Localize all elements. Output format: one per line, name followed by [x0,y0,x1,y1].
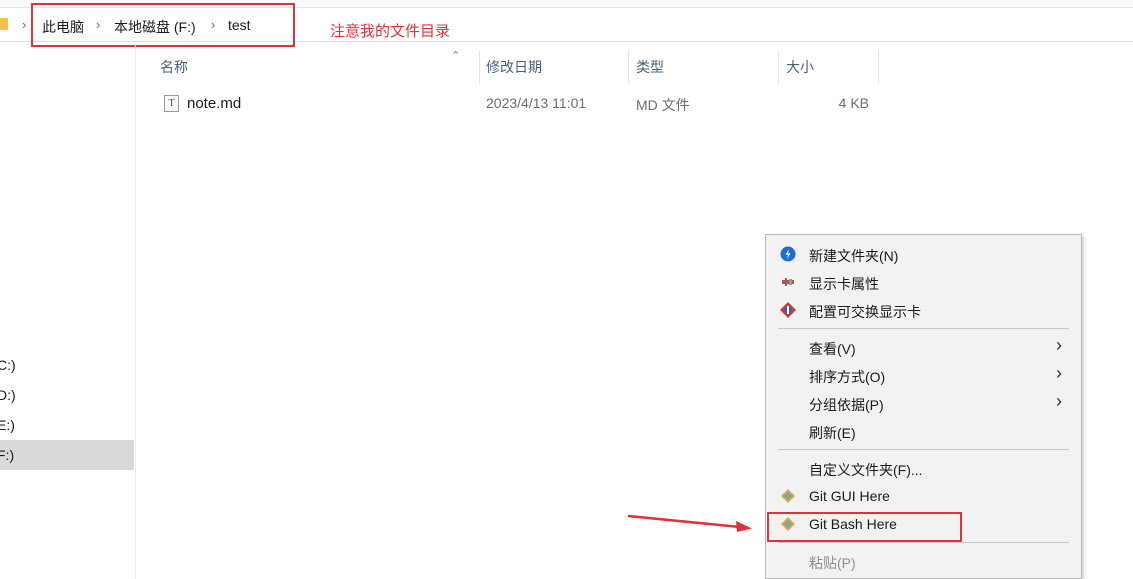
menu-item-label: 排序方式(O) [809,369,886,385]
menu-separator [778,449,1069,450]
column-header-size[interactable]: 大小 [786,57,814,77]
gpu-switch-icon [780,302,796,318]
file-size: 4 KB [838,95,869,111]
sort-up-icon: ⌃ [451,50,461,62]
menu-item-label: 新建文件夹(N) [809,248,899,264]
column-header-name[interactable]: 名称 [160,57,188,77]
chevron-right-icon: › [1056,391,1062,411]
nav-drive-label: E:) [0,417,15,433]
menu-item-group-by[interactable]: 分组依据(P) › [767,389,1080,417]
text-file-icon: T [164,95,179,112]
navigation-pane: C:) D:) E:) F:) [0,43,136,579]
menu-item-new-folder[interactable]: 新建文件夹(N) [767,240,1080,268]
column-divider[interactable] [628,50,629,84]
menu-item-label: 分组依据(P) [809,397,884,413]
file-modified-date: 2023/4/13 11:01 [486,95,587,111]
menu-item-switchable-graphics[interactable]: 配置可交换显示卡 [767,296,1080,324]
menu-separator [778,542,1069,543]
column-header-date[interactable]: 修改日期 [486,57,542,77]
chevron-right-icon: › [1056,363,1062,383]
file-type: MD 文件 [636,97,690,113]
menu-item-refresh[interactable]: 刷新(E) [767,417,1080,445]
column-divider[interactable] [479,50,480,84]
git-icon [781,489,795,503]
menu-item-display-card-properties[interactable]: 显示卡属性 [767,268,1080,296]
menu-item-view[interactable]: 查看(V) › [767,333,1080,361]
file-row[interactable]: T note.md 2023/4/13 11:01 MD 文件 4 KB [140,90,900,116]
annotation-text: 注意我的文件目录 [330,23,451,40]
column-divider[interactable] [878,50,879,84]
nav-drive-f-selected[interactable]: F:) [0,440,134,470]
chevron-right-icon[interactable]: › [22,17,26,32]
menu-item-label: 刷新(E) [809,425,856,441]
menu-item-label: 显示卡属性 [809,276,879,292]
red-arrow-icon [627,514,752,532]
menu-item-label: 自定义文件夹(F)... [809,462,923,478]
menu-item-label: 配置可交换显示卡 [809,304,921,320]
menu-separator [778,328,1069,329]
menu-item-paste[interactable]: 粘贴(P) [767,547,1080,575]
nav-drive-label: D:) [0,387,16,403]
nav-drive-label: C:) [0,357,16,373]
file-name: note.md [187,95,242,112]
chevron-right-icon: › [1056,335,1062,355]
menu-item-git-gui-here[interactable]: Git GUI Here [767,482,1080,510]
menu-item-customize-folder[interactable]: 自定义文件夹(F)... [767,454,1080,482]
nav-drive-label: F:) [0,447,15,463]
git-bash-highlight-box [767,512,962,542]
column-header-row: ⌃ 名称 修改日期 类型 大小 [140,46,1133,84]
folder-icon [0,18,8,30]
column-divider[interactable] [778,50,779,84]
menu-item-label: Git GUI Here [809,488,890,504]
nav-drive-e[interactable]: E:) [0,410,134,440]
new-folder-icon [780,246,796,262]
nav-drive-c[interactable]: C:) [0,350,134,380]
column-header-type[interactable]: 类型 [636,57,664,77]
menu-item-sort-by[interactable]: 排序方式(O) › [767,361,1080,389]
display-card-icon [782,278,794,286]
menu-item-label: 粘贴(P) [809,555,856,571]
nav-drive-d[interactable]: D:) [0,380,134,410]
address-highlight-box [31,3,295,47]
menu-item-label: 查看(V) [809,341,856,357]
